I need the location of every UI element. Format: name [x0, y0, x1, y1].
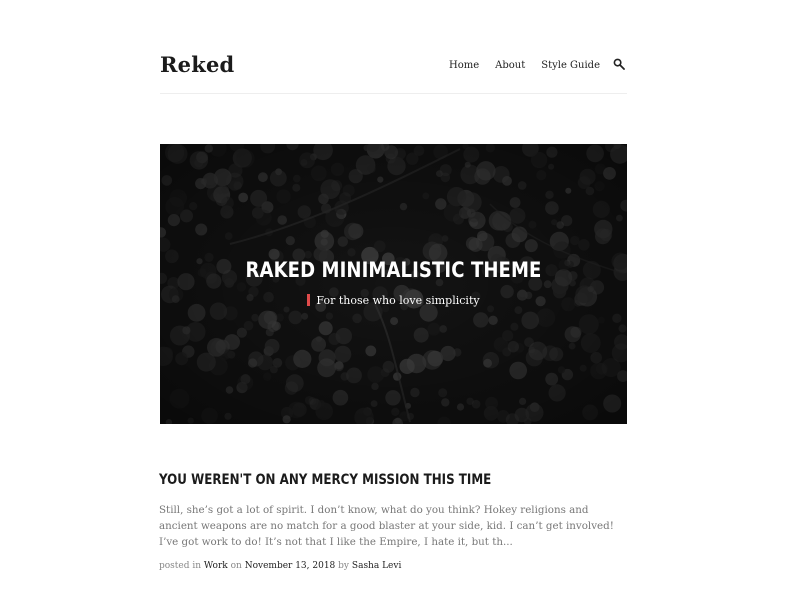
- post-category-link[interactable]: Work: [204, 561, 228, 571]
- site-logo[interactable]: Reked: [160, 52, 234, 77]
- post-date-link[interactable]: November 13, 2018: [245, 561, 336, 571]
- posted-in-label: posted in: [159, 561, 202, 571]
- accent-bar: [307, 294, 311, 306]
- nav-item-style-guide[interactable]: Style Guide: [541, 60, 600, 71]
- post-meta: posted in Work on November 13, 2018 by S…: [159, 561, 401, 571]
- hero-title: RAKED MINIMALISTIC THEME: [245, 258, 542, 282]
- post-title[interactable]: YOU WEREN'T ON ANY MERCY MISSION THIS TI…: [159, 472, 491, 488]
- nav-item-home[interactable]: Home: [449, 60, 479, 71]
- nav-item-about[interactable]: About: [495, 60, 525, 71]
- hero-forest-image: [160, 144, 627, 424]
- main-nav: Home About Style Guide: [449, 58, 627, 72]
- by-label: by: [338, 561, 350, 571]
- hero-banner[interactable]: RAKED MINIMALISTIC THEME For those who l…: [160, 144, 627, 424]
- post-excerpt: Still, she’s got a lot of spirit. I don’…: [159, 504, 614, 548]
- site-header: Reked Home About Style Guide: [160, 48, 627, 94]
- hero-subtitle: For those who love simplicity: [160, 294, 627, 307]
- on-label: on: [230, 561, 242, 571]
- post-author-link[interactable]: Sasha Levi: [352, 561, 401, 571]
- hero-subtitle-text: For those who love simplicity: [316, 294, 480, 307]
- search-icon[interactable]: [613, 58, 627, 72]
